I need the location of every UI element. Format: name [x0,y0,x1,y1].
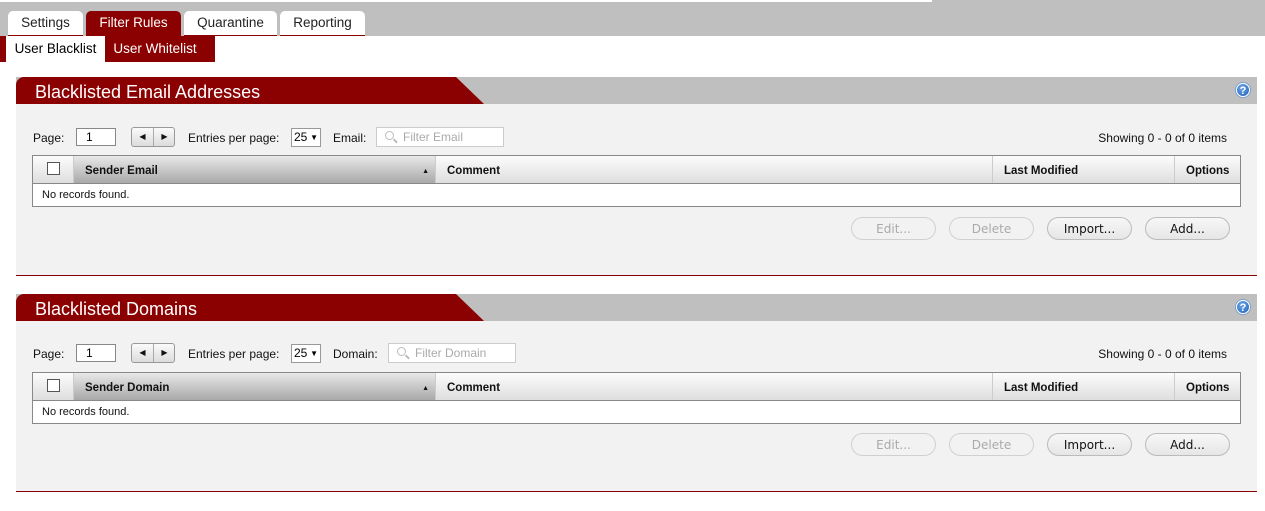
no-records-message: No records found. [42,189,130,201]
column-comment[interactable]: Comment [435,156,992,183]
panel-title: Blacklisted Domains [16,294,484,321]
select-all-checkbox[interactable] [47,379,60,392]
sort-ascending-icon: ▲ [422,168,429,175]
blacklisted-emails-panel: Blacklisted Email Addresses ? Page: 1 ◀ … [16,77,1257,276]
page-label: Page: [33,131,65,145]
blacklisted-domains-panel: Blacklisted Domains ? Page: 1 ◀ ▶ Entrie… [16,294,1257,492]
column-last-modified[interactable]: Last Modified [992,156,1174,183]
sort-ascending-icon: ▲ [422,385,429,392]
add-button[interactable]: Add... [1145,433,1230,456]
column-last-modified[interactable]: Last Modified [992,373,1174,400]
entries-label: Entries per page: [188,347,280,361]
panel-title: Blacklisted Email Addresses [16,77,484,104]
pager-buttons: ◀ ▶ [131,127,175,147]
tab-filter-rules[interactable]: Filter Rules [86,11,181,36]
domain-filter-input[interactable]: Filter Domain [388,343,516,363]
prev-page-icon[interactable]: ◀ [132,128,153,146]
grid-header: Sender Domain ▲ Comment Last Modified Op… [33,373,1240,401]
column-sender-email[interactable]: Sender Email ▲ [73,156,435,183]
next-page-icon[interactable]: ▶ [154,128,175,146]
prev-page-icon[interactable]: ◀ [132,344,153,362]
column-sender-domain[interactable]: Sender Domain ▲ [73,373,435,400]
page-input[interactable]: 1 [76,344,116,362]
entries-value: 25 [294,130,308,144]
search-icon [385,131,394,140]
filter-placeholder: Filter Email [403,130,464,144]
select-all-cell [33,156,73,183]
domain-filter-label: Domain: [333,347,378,361]
showing-count: Showing 0 - 0 of 0 items [1098,131,1227,145]
pager-buttons: ◀ ▶ [131,343,175,363]
page-label: Page: [33,347,65,361]
no-records-message: No records found. [42,406,130,418]
chevron-down-icon: ▼ [310,349,318,358]
column-label: Sender Email [85,165,158,177]
grid-toolbar: Page: 1 ◀ ▶ Entries per page: 25 ▼ Email… [16,127,1257,149]
showing-count: Showing 0 - 0 of 0 items [1098,347,1227,361]
email-filter-input[interactable]: Filter Email [376,127,504,147]
entries-per-page-select[interactable]: 25 ▼ [291,128,321,147]
column-options[interactable]: Options [1174,373,1241,400]
next-page-icon[interactable]: ▶ [154,344,175,362]
subtab-user-blacklist[interactable]: User Blacklist [6,36,105,62]
column-comment[interactable]: Comment [435,373,992,400]
select-all-checkbox[interactable] [47,162,60,175]
edit-button[interactable]: Edit... [851,217,936,240]
select-all-cell [33,373,73,400]
grid-toolbar: Page: 1 ◀ ▶ Entries per page: 25 ▼ Domai… [16,343,1257,365]
panel-header: Blacklisted Domains ? [16,294,1257,321]
entries-value: 25 [294,346,308,360]
email-filter-label: Email: [333,131,367,145]
tab-reporting[interactable]: Reporting [280,11,365,36]
entries-per-page-select[interactable]: 25 ▼ [291,344,321,363]
help-icon[interactable]: ? [1236,300,1250,314]
domain-grid: Sender Domain ▲ Comment Last Modified Op… [32,372,1241,424]
email-grid: Sender Email ▲ Comment Last Modified Opt… [32,155,1241,207]
delete-button[interactable]: Delete [949,217,1034,240]
column-label: Sender Domain [85,382,170,394]
page-input[interactable]: 1 [76,128,116,146]
column-options[interactable]: Options [1174,156,1241,183]
grid-header: Sender Email ▲ Comment Last Modified Opt… [33,156,1240,184]
subtab-user-whitelist[interactable]: User Whitelist [105,36,205,62]
panel-header: Blacklisted Email Addresses ? [16,77,1257,104]
tab-settings[interactable]: Settings [8,11,83,36]
tab-bar-top-line [0,0,932,2]
import-button[interactable]: Import... [1047,433,1132,456]
entries-label: Entries per page: [188,131,280,145]
edit-button[interactable]: Edit... [851,433,936,456]
search-icon [397,347,406,356]
chevron-down-icon: ▼ [310,133,318,142]
filter-placeholder: Filter Domain [415,346,487,360]
add-button[interactable]: Add... [1145,217,1230,240]
import-button[interactable]: Import... [1047,217,1132,240]
tab-quarantine[interactable]: Quarantine [184,11,277,36]
help-icon[interactable]: ? [1236,83,1250,97]
delete-button[interactable]: Delete [949,433,1034,456]
